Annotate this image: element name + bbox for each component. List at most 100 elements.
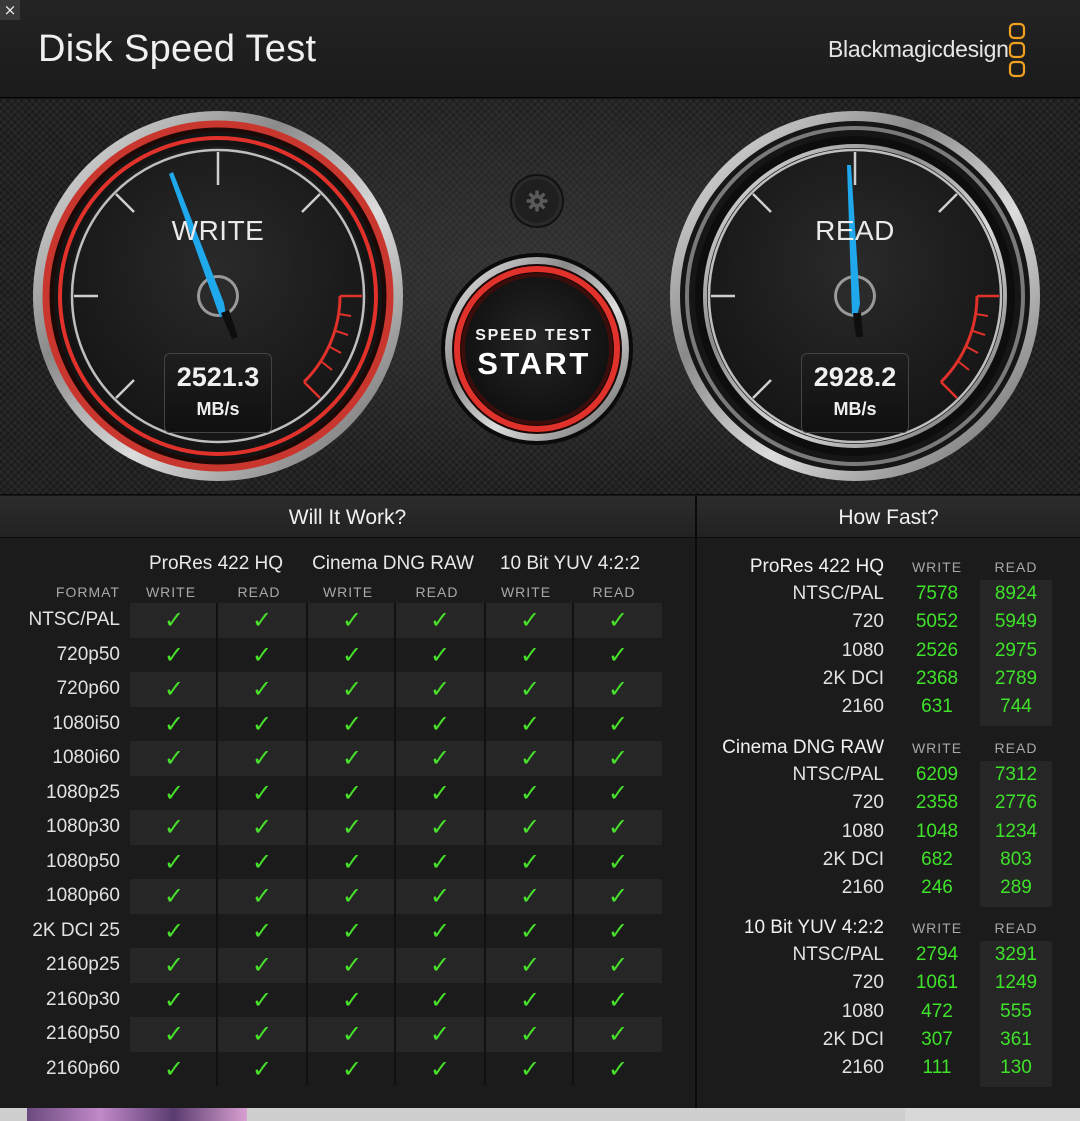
checkmark-icon: ✓ bbox=[341, 744, 363, 772]
read-fps-value: 744 bbox=[1000, 696, 1032, 718]
resolution-label: 1080 bbox=[841, 1000, 884, 1022]
table-row: ✓ ✓ ✓ ✓ ✓ ✓ bbox=[130, 1051, 662, 1086]
compatibility-grid: ✓ ✓ ✓ ✓ ✓ ✓ ✓ ✓ ✓ ✓ ✓ ✓ ✓ ✓ ✓ ✓ ✓ ✓ ✓ ✓ ✓ ✓ ✓ ✓ ✓ ✓ ✓ ✓ ✓ ✓ ✓ ✓ ✓ ✓ ✓ ✓ ✓ ✓ ✓ ✓… bbox=[130, 603, 662, 1086]
group-header-yuv: 10 Bit YUV 4:2:2 bbox=[499, 553, 641, 574]
write-column-header: WRITE bbox=[911, 740, 963, 756]
checkmark-icon: ✓ bbox=[341, 882, 363, 910]
checkmark-icon: ✓ bbox=[341, 1020, 363, 1048]
table-row: NTSC/PAL 2794 3291 bbox=[697, 941, 1080, 969]
checkmark-icon: ✓ bbox=[429, 916, 451, 945]
resolution-label: 2160 bbox=[841, 696, 884, 718]
checkmark-icon: ✓ bbox=[519, 744, 541, 772]
checkmark-icon: ✓ bbox=[163, 744, 185, 772]
format-label: 720p50 bbox=[56, 643, 120, 665]
checkmark-icon: ✓ bbox=[163, 916, 185, 945]
checkmark-icon: ✓ bbox=[251, 813, 273, 841]
format-label: 2160p25 bbox=[46, 954, 120, 975]
checkmark-icon: ✓ bbox=[341, 951, 363, 979]
checkmark-icon: ✓ bbox=[429, 606, 451, 634]
read-readout: 2928.2 MB/s bbox=[801, 353, 909, 433]
col-header-yuv-read: READ bbox=[592, 584, 636, 600]
checkmark-icon: ✓ bbox=[251, 951, 273, 979]
checkmark-icon: ✓ bbox=[429, 744, 451, 772]
checkmark-icon: ✓ bbox=[519, 916, 541, 945]
format-label: 1080i50 bbox=[52, 712, 120, 734]
write-fps-value: 1048 bbox=[915, 820, 959, 842]
table-row: ✓ ✓ ✓ ✓ ✓ ✓ bbox=[130, 879, 662, 914]
checkmark-icon: ✓ bbox=[607, 813, 629, 841]
checkmark-icon: ✓ bbox=[607, 778, 629, 807]
brand-logo-icon bbox=[1008, 22, 1026, 78]
checkmark-icon: ✓ bbox=[607, 847, 629, 876]
table-row: 2K DCI 2368 2789 bbox=[697, 665, 1080, 693]
col-header-dng-write: WRITE bbox=[322, 584, 374, 600]
checkmark-icon: ✓ bbox=[429, 985, 451, 1014]
checkmark-icon: ✓ bbox=[607, 744, 629, 772]
checkmark-icon: ✓ bbox=[251, 985, 273, 1014]
checkmark-icon: ✓ bbox=[163, 778, 185, 807]
checkmark-icon: ✓ bbox=[163, 951, 185, 979]
group-header-cinema-dng: Cinema DNG RAW bbox=[312, 553, 474, 574]
checkmark-icon: ✓ bbox=[519, 1020, 541, 1048]
read-column-header: READ bbox=[994, 740, 1038, 756]
table-row: 2K DCI 682 803 bbox=[697, 846, 1080, 874]
table-row: 2160 246 289 bbox=[697, 874, 1080, 902]
checkmark-icon: ✓ bbox=[163, 606, 185, 634]
checkmark-icon: ✓ bbox=[251, 640, 273, 669]
read-fps-value: 2776 bbox=[994, 792, 1038, 814]
checkmark-icon: ✓ bbox=[607, 640, 629, 669]
checkmark-icon: ✓ bbox=[519, 778, 541, 807]
resolution-label: 2K DCI bbox=[822, 1028, 884, 1050]
checkmark-icon: ✓ bbox=[519, 847, 541, 876]
checkmark-icon: ✓ bbox=[251, 709, 273, 738]
write-fps-value: 307 bbox=[921, 1028, 953, 1050]
checkmark-icon: ✓ bbox=[251, 778, 273, 807]
checkmark-icon: ✓ bbox=[607, 882, 629, 910]
table-row: ✓ ✓ ✓ ✓ ✓ ✓ bbox=[130, 844, 662, 879]
checkmark-icon: ✓ bbox=[163, 813, 185, 841]
checkmark-icon: ✓ bbox=[607, 1054, 629, 1083]
checkmark-icon: ✓ bbox=[429, 778, 451, 807]
resolution-label: 1080 bbox=[841, 820, 884, 842]
checkmark-icon: ✓ bbox=[607, 709, 629, 738]
write-speed-value: 2521.3 bbox=[176, 362, 260, 392]
checkmark-icon: ✓ bbox=[251, 882, 273, 910]
format-label: 720p60 bbox=[56, 678, 120, 699]
speed-section-title: ProRes 422 HQ bbox=[749, 556, 884, 577]
resolution-label: NTSC/PAL bbox=[792, 764, 884, 785]
table-row: 2K DCI 307 361 bbox=[697, 1026, 1080, 1054]
table-row: ✓ ✓ ✓ ✓ ✓ ✓ bbox=[130, 775, 662, 810]
read-fps-value: 803 bbox=[1000, 848, 1032, 870]
write-fps-value: 111 bbox=[922, 1057, 952, 1079]
settings-button[interactable] bbox=[513, 177, 561, 225]
checkmark-icon: ✓ bbox=[163, 709, 185, 738]
close-icon[interactable]: × bbox=[0, 0, 20, 20]
read-gauge-label: READ bbox=[815, 215, 895, 246]
write-fps-value: 2794 bbox=[915, 944, 959, 965]
write-fps-value: 6209 bbox=[915, 764, 959, 785]
speed-section-title: Cinema DNG RAW bbox=[722, 737, 884, 758]
write-fps-value: 472 bbox=[921, 1000, 953, 1022]
format-label: 1080p50 bbox=[46, 850, 120, 872]
app-window: × Disk Speed Test Blackmagicdesign WRITE… bbox=[0, 0, 1080, 1108]
format-labels: NTSC/PAL 720p50 720p60 1080i50 1080i60 1080p2… bbox=[0, 603, 120, 1086]
checkmark-icon: ✓ bbox=[341, 709, 363, 738]
format-label: 1080i60 bbox=[52, 747, 120, 768]
write-fps-value: 5052 bbox=[915, 611, 959, 633]
checkmark-icon: ✓ bbox=[607, 606, 629, 634]
read-fps-value: 2789 bbox=[994, 667, 1038, 689]
checkmark-icon: ✓ bbox=[519, 606, 541, 634]
table-row: ✓ ✓ ✓ ✓ ✓ ✓ bbox=[130, 706, 662, 741]
table-row: NTSC/PAL 6209 7312 bbox=[697, 761, 1080, 789]
desktop-thumbnail bbox=[27, 1108, 247, 1121]
checkmark-icon: ✓ bbox=[519, 1054, 541, 1083]
table-row: 1080 1048 1234 bbox=[697, 818, 1080, 846]
table-row: ✓ ✓ ✓ ✓ ✓ ✓ bbox=[130, 810, 662, 845]
checkmark-icon: ✓ bbox=[607, 916, 629, 945]
checkmark-icon: ✓ bbox=[341, 847, 363, 876]
table-row: ✓ ✓ ✓ ✓ ✓ ✓ bbox=[130, 913, 662, 948]
checkmark-icon: ✓ bbox=[519, 985, 541, 1014]
checkmark-icon: ✓ bbox=[429, 709, 451, 738]
checkmark-icon: ✓ bbox=[429, 882, 451, 910]
resolution-label: 720 bbox=[852, 972, 884, 994]
